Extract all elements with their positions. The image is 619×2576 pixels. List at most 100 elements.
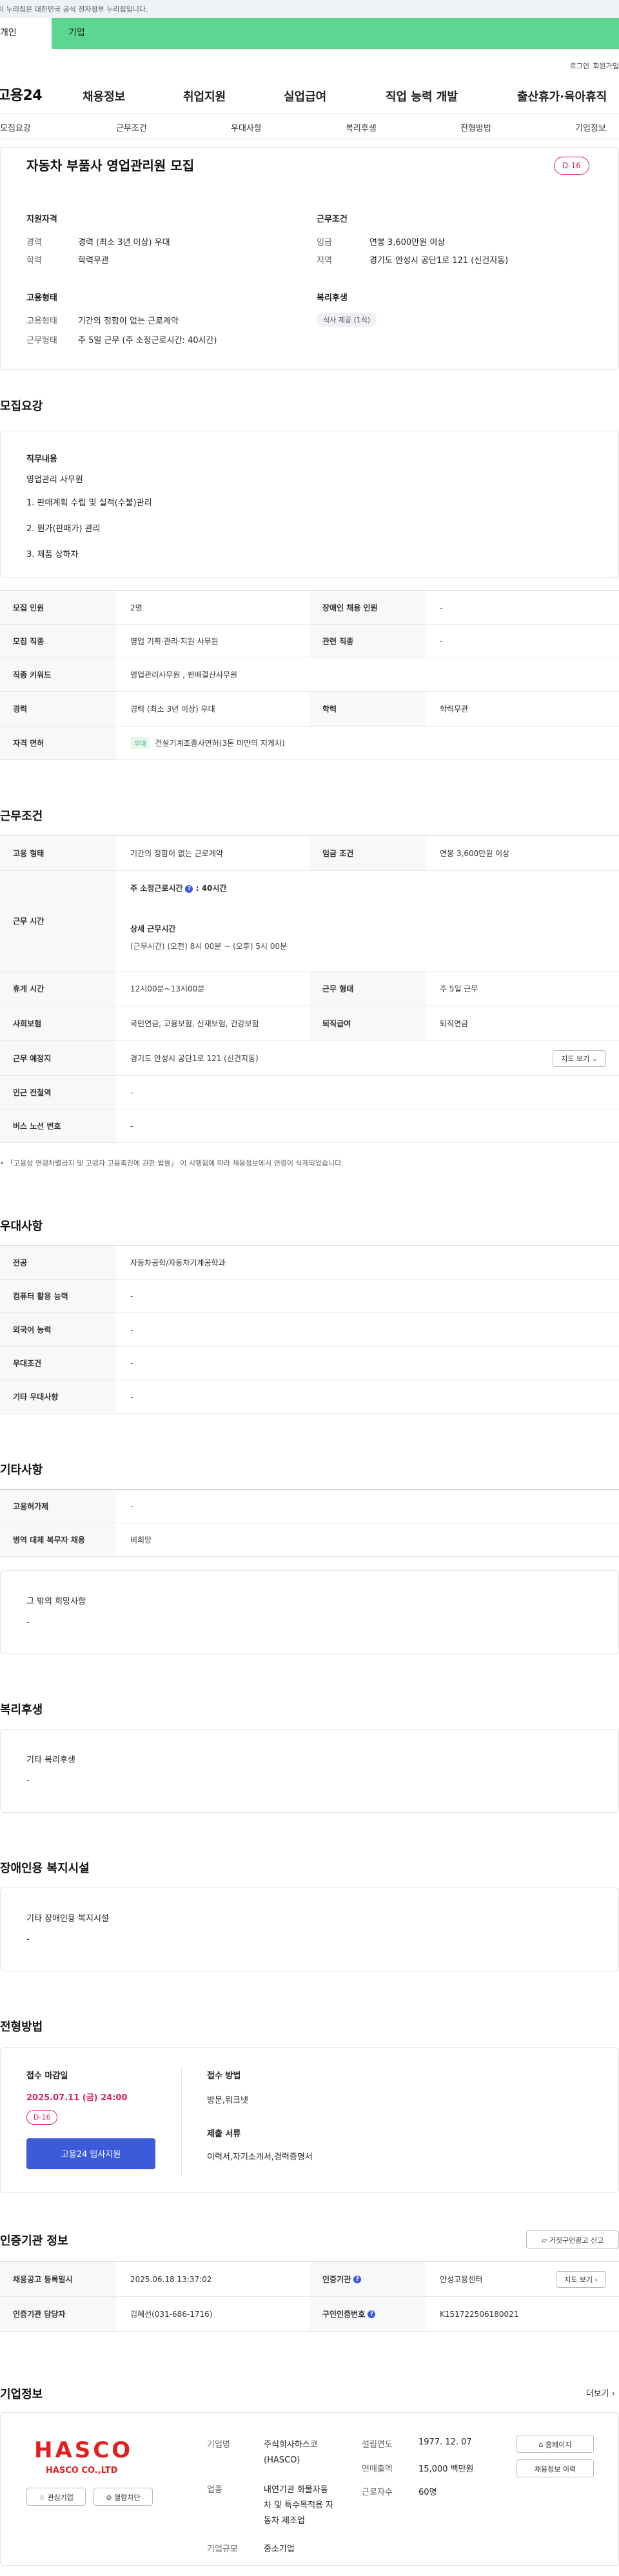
apply-button[interactable]: 고용24 입사지원	[26, 2138, 155, 2169]
age-notice-text: 「고용상 연령차별금지 및 고령자 고용촉진에 관한 법률」 이 시행됨에 따라…	[6, 1159, 344, 1167]
table-cell: -	[130, 1358, 133, 1368]
tab-preference[interactable]: 우대사항	[231, 121, 262, 133]
table-cell: 학력무관	[440, 705, 469, 714]
block-button[interactable]: ⊘ 열람차단	[93, 2488, 153, 2506]
table-cell: 비희망	[130, 1536, 152, 1545]
table-cell: -	[130, 1291, 133, 1301]
nav-skills-development[interactable]: 직업 능력 개발	[386, 88, 458, 104]
info-icon[interactable]: ?	[353, 2275, 362, 2283]
hours-detail-title: 상세 근무시간	[130, 924, 176, 933]
company-more-link[interactable]: 더보기 ›	[586, 2386, 615, 2399]
table-cell: 주 소정근로시간? : 40시간 상세 근무시간 (근무시간) (오전) 8시 …	[116, 871, 619, 971]
tab-screening[interactable]: 전형방법	[460, 121, 491, 133]
table-header: 외국어 능력	[0, 1313, 116, 1346]
table-header: 장애인 채용 인원	[310, 591, 426, 624]
welfare-box-value: -	[26, 1776, 30, 1786]
table-row: 전공 자동차공학/자동차기계공학과	[0, 1246, 619, 1280]
table-row: 경력 경력 (최소 3년 이상) 우대 학력 학력무관	[0, 692, 619, 727]
disabled-box-title: 기타 장애인용 복지시설	[26, 1914, 109, 1924]
site-logo[interactable]: 고용24	[0, 84, 43, 104]
disabled-box: 기타 장애인용 복지시설 -	[0, 1888, 619, 1971]
company-section-title: 기업정보	[0, 2388, 43, 2401]
company-name-label: 기업명	[207, 2440, 230, 2450]
table-cell: 영업 기획·관리·지원 사무원	[130, 637, 219, 646]
summary-card: 자동차 부품사 영업관리원 모집 D-16 지원자격 경력 경력 (최소 3년 …	[0, 147, 619, 370]
map-button[interactable]: 지도 보기 ⌄	[553, 1050, 606, 1067]
interest-label: 관심기업	[47, 2493, 74, 2502]
table-cell: -	[130, 1325, 133, 1334]
staff-value: 60명	[418, 2488, 437, 2497]
table-cell: -	[130, 1501, 133, 1511]
hours-detail: (근무시간) (오전) 8시 00분 ~ (오후) 5시 00분	[130, 942, 288, 951]
table-header: 컴퓨터 활용 능력	[0, 1280, 116, 1312]
table-header: 근무 형태	[310, 971, 426, 1006]
divider	[181, 2066, 182, 2176]
table-row: 외국어 능력 -	[0, 1313, 619, 1347]
nav-employment-support[interactable]: 취업지원	[183, 88, 226, 104]
table-cell: -	[440, 603, 443, 612]
table-cell: -	[130, 1121, 133, 1131]
block-icon: ⊘	[106, 2493, 112, 2502]
etc-box-title: 그 밖의 희망사항	[26, 1597, 86, 1606]
table-row: 모집 직종 영업 기획·관리·지원 사무원 관련 직종 -	[0, 625, 619, 658]
org-value: 안성고용센터	[440, 2275, 483, 2284]
welfare-heading: 복리후생	[317, 293, 348, 303]
table-cell: 자동차공학/자동차기계공학과	[130, 1258, 226, 1267]
map-button-label: 지도 보기	[564, 2276, 593, 2284]
hours-main: 주 소정근로시간? : 40시간	[130, 883, 619, 893]
table-header: 버스 노선 번호	[0, 1109, 116, 1142]
cert-table: 채용공고 등록일시 2025.06.18 13:37:02 인증기관? 안성고용…	[0, 2261, 619, 2332]
report-button[interactable]: ▱ 거짓구인광고 신고	[526, 2230, 619, 2249]
table-cell: 경력 (최소 3년 이상) 우대	[130, 705, 215, 714]
tab-welfare[interactable]: 복리후생	[346, 121, 377, 133]
table-cell: -	[440, 636, 443, 646]
login-link[interactable]: 로그인	[570, 61, 589, 71]
employment-type-value: 기간의 정함이 없는 근로계약	[78, 317, 179, 326]
tab-company[interactable]: 기업정보	[575, 121, 606, 133]
org-label: 인증기관	[322, 2275, 351, 2284]
etc-section-title: 기타사항	[0, 1463, 43, 1477]
docs-label: 제출 서류	[207, 2129, 241, 2139]
recruit-table: 모집 인원 2명 장애인 채용 인원 - 모집 직종 영업 기획·관리·지원 사…	[0, 590, 619, 760]
table-cell: 국민연금, 고용보험, 산재보험, 건강보험	[130, 1019, 259, 1028]
company-logo: HASCO	[34, 2437, 133, 2463]
dday-badge: D-16	[554, 157, 589, 175]
recruit-section-title: 모집요강	[0, 400, 43, 413]
table-row: 자격 면허 우대 건설기계조종사면허(3톤 미만의 지게차)	[0, 727, 619, 760]
nav-job-info[interactable]: 채용정보	[83, 88, 125, 104]
tab-person[interactable]: 개인	[0, 18, 52, 49]
table-row: 인근 전철역 -	[0, 1076, 619, 1109]
nav-unemployment-benefit[interactable]: 실업급여	[284, 88, 326, 104]
tab-conditions[interactable]: 근무조건	[116, 121, 147, 133]
table-header: 기타 우대사항	[0, 1380, 116, 1413]
gov-banner-text: 이 누리집은 대한민국 공식 전자정부 누리집입니다.	[0, 5, 148, 14]
welfare-section-title: 복리후생	[0, 1703, 43, 1717]
info-icon[interactable]: ?	[185, 884, 193, 893]
duty-line: 3. 제품 상하차	[26, 550, 79, 560]
duty-line: 2. 원가(판매가) 관리	[26, 524, 101, 534]
org-map-button[interactable]: 지도 보기 ›	[556, 2271, 606, 2288]
jobs-history-button[interactable]: 채용정보 이력	[516, 2459, 594, 2477]
tab-recruit[interactable]: 모집요강	[0, 121, 31, 133]
deadline-label: 접수 마감일	[26, 2071, 68, 2081]
employment-heading: 고용형태	[26, 293, 57, 303]
info-icon[interactable]: ?	[368, 2310, 376, 2318]
table-row: 채용공고 등록일시 2025.06.18 13:37:02 인증기관? 안성고용…	[0, 2262, 619, 2297]
table-header: 모집 직종	[0, 625, 116, 658]
table-row: 버스 노선 번호 -	[0, 1109, 619, 1143]
table-header: 사회보험	[0, 1006, 116, 1040]
deadline-value: 2025.07.11 (금) 24:00	[26, 2093, 128, 2103]
work-form-value: 주 5일 근무 (주 소정근로시간: 40시간)	[78, 336, 217, 346]
nav-parental-leave[interactable]: 출산휴가·육아휴직	[517, 88, 607, 104]
table-header: 인증기관?	[310, 2262, 426, 2296]
docs-value: 이력서,자기소개서,경력증명서	[207, 2152, 313, 2162]
dday-badge: D-16	[26, 2110, 58, 2125]
interest-button[interactable]: ☆ 관심기업	[26, 2488, 86, 2506]
table-cell: 우대 건설기계조종사면허(3톤 미만의 지게차)	[116, 727, 619, 759]
user-type-tabs: 개인 기업	[0, 18, 619, 49]
career-label: 경력	[26, 238, 42, 248]
table-header: 구인인증번호?	[310, 2297, 426, 2331]
homepage-button[interactable]: ⌂ 홈페이지	[516, 2435, 594, 2453]
join-link[interactable]: 회원가입	[593, 61, 619, 71]
tab-business[interactable]: 기업	[52, 18, 619, 49]
